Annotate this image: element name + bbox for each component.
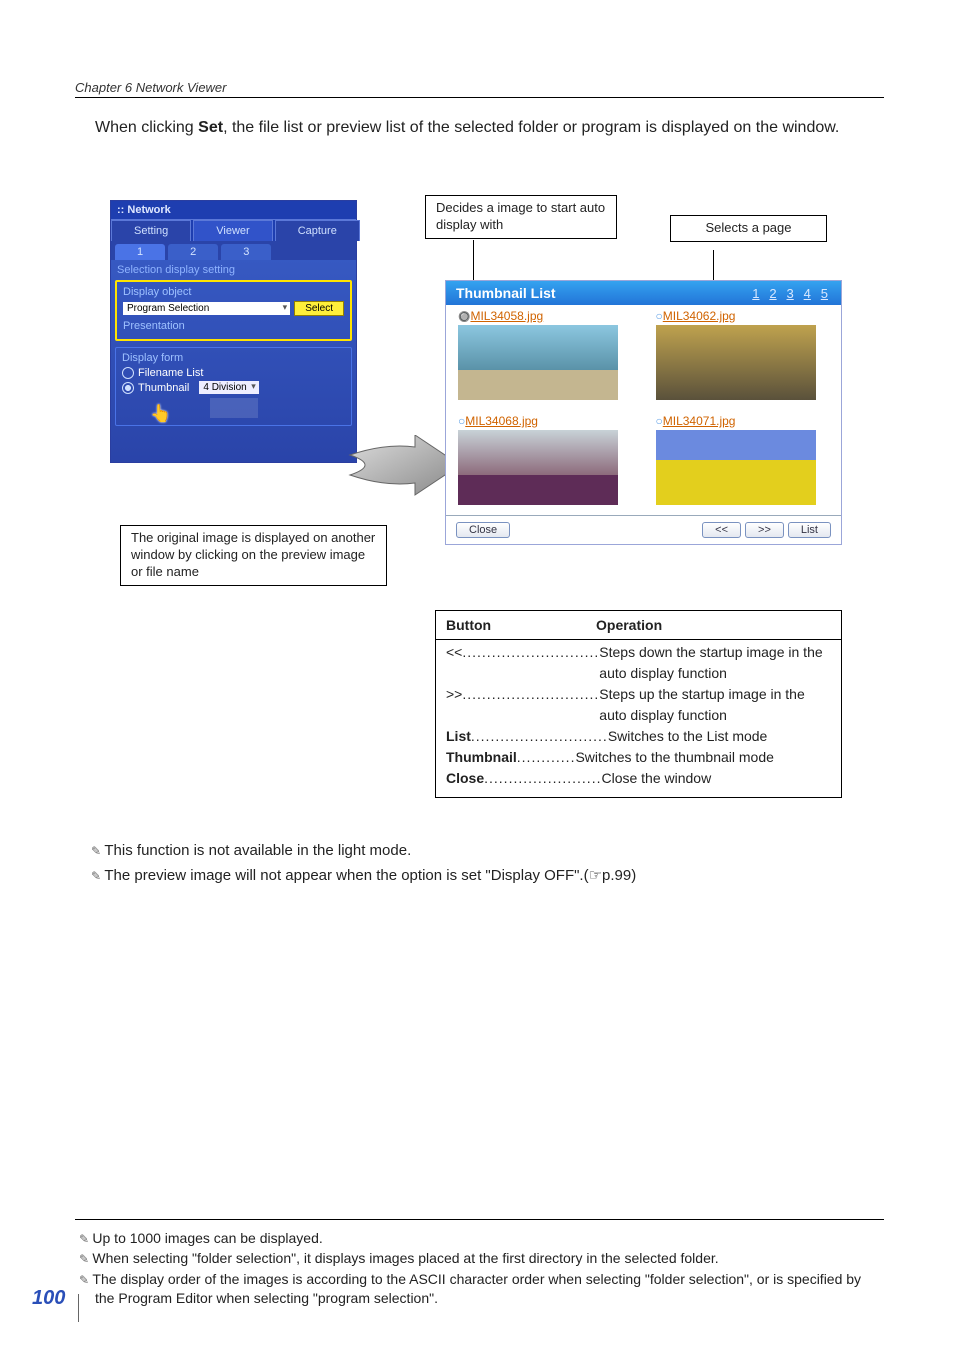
tab-viewer[interactable]: Viewer — [193, 220, 272, 241]
select-button[interactable]: Select — [294, 301, 344, 316]
thumb-image-4[interactable] — [656, 430, 816, 505]
notes: This function is not available in the li… — [75, 840, 884, 887]
division-dropdown[interactable]: 4 Division — [199, 381, 258, 394]
prev-button[interactable]: << — [702, 522, 741, 538]
op-body: <<............................Steps down… — [436, 640, 841, 797]
subtab-3[interactable]: 3 — [221, 244, 271, 260]
callout-select-page: Selects a page — [670, 215, 827, 242]
dots: ............................ — [471, 726, 608, 747]
display-form-box: Display form Filename List Thumbnail 4 D… — [115, 347, 352, 426]
display-object-box: Display object Program Selection Select … — [115, 280, 352, 341]
page-links: 1 2 3 4 5 — [749, 285, 831, 301]
presentation-label: Presentation — [123, 320, 344, 332]
filename-link-3[interactable]: MIL34068.jpg — [458, 414, 644, 428]
page-4[interactable]: 4 — [804, 286, 811, 301]
program-selection-dropdown[interactable]: Program Selection — [123, 302, 290, 315]
filename-link-1[interactable]: MIL34058.jpg — [458, 309, 644, 323]
footnote-3: The display order of the images is accor… — [95, 1270, 884, 1309]
display-form-label: Display form — [122, 352, 345, 364]
section-label: Selection display setting — [111, 260, 356, 280]
close-button[interactable]: Close — [456, 522, 510, 538]
footnote-2: When selecting "folder selection", it di… — [95, 1249, 884, 1269]
callout-original-image: The original image is displayed on anoth… — [120, 525, 387, 586]
op-desc-0: Steps down the startup image in the auto… — [599, 642, 831, 684]
tab-capture[interactable]: Capture — [275, 220, 360, 241]
op-key-0: << — [446, 642, 462, 684]
filename-link-4[interactable]: MIL34071.jpg — [656, 414, 842, 428]
page-1[interactable]: 1 — [752, 286, 759, 301]
display-object-label: Display object — [123, 286, 344, 298]
panel-title: :: Network — [111, 201, 356, 220]
thumb-cell-2: MIL34062.jpg — [644, 305, 842, 410]
op-head-operation: Operation — [586, 611, 841, 639]
intro-post: , the file list or preview list of the s… — [223, 119, 839, 136]
cursor-icon: 👆 — [150, 404, 171, 424]
leader-line-2 — [713, 250, 714, 284]
network-panel: :: Network Setting Viewer Capture 1 2 3 … — [110, 200, 357, 463]
next-button[interactable]: >> — [745, 522, 784, 538]
tab-setting[interactable]: Setting — [111, 220, 191, 241]
thumb-cell-4: MIL34071.jpg — [644, 410, 842, 515]
op-key-2: List — [446, 726, 471, 747]
filename-list-label: Filename List — [138, 367, 203, 379]
op-desc-4: Close the window — [601, 768, 831, 789]
callout-start-image: Decides a image to start auto display wi… — [425, 195, 617, 239]
page-number: 100 — [32, 1287, 65, 1310]
radio-filename-list[interactable]: Filename List — [122, 367, 345, 379]
thumb-cell-1: MIL34058.jpg — [446, 305, 644, 410]
op-desc-3: Switches to the thumbnail mode — [575, 747, 831, 768]
filename-link-2[interactable]: MIL34062.jpg — [656, 309, 842, 323]
page-3[interactable]: 3 — [787, 286, 794, 301]
intro-pre: When clicking — [95, 119, 198, 136]
op-desc-2: Switches to the List mode — [608, 726, 831, 747]
thumb-image-1[interactable] — [458, 325, 618, 400]
arrow-icon — [345, 435, 460, 505]
thumbnail-list-panel: Thumbnail List 1 2 3 4 5 MIL34058.jpg MI… — [445, 280, 842, 545]
op-key-3: Thumbnail — [446, 747, 517, 768]
thumb-image-3[interactable] — [458, 430, 618, 505]
thumb-image-2[interactable] — [656, 325, 816, 400]
dots: ........................ — [484, 768, 601, 789]
thumb-cell-3: MIL34068.jpg — [446, 410, 644, 515]
op-key-1: >> — [446, 684, 462, 726]
note-1: This function is not available in the li… — [85, 840, 884, 863]
dots: ............................ — [462, 684, 599, 726]
note-2: The preview image will not appear when t… — [85, 865, 884, 888]
op-head-button: Button — [436, 611, 586, 639]
leader-line-1 — [473, 240, 474, 284]
intro-text: When clicking Set, the file list or prev… — [75, 116, 884, 140]
set-button[interactable] — [210, 398, 258, 418]
subtab-1[interactable]: 1 — [115, 244, 165, 260]
list-button[interactable]: List — [788, 522, 831, 538]
dots: ............ — [517, 747, 576, 768]
dots: ............................ — [462, 642, 599, 684]
page-2[interactable]: 2 — [769, 286, 776, 301]
page-5[interactable]: 5 — [821, 286, 828, 301]
footnote-1: Up to 1000 images can be displayed. — [95, 1229, 884, 1249]
radio-dot-icon — [122, 382, 134, 394]
op-desc-1: Steps up the startup image in the auto d… — [599, 684, 831, 726]
op-key-4: Close — [446, 768, 484, 789]
thumbnail-label: Thumbnail — [138, 382, 189, 394]
thumbnail-list-title: Thumbnail List — [456, 285, 556, 301]
intro-bold: Set — [198, 119, 223, 136]
subtab-2[interactable]: 2 — [168, 244, 218, 260]
page-number-bar — [78, 1294, 79, 1322]
panel-title-text: Network — [127, 204, 170, 216]
footnotes: Up to 1000 images can be displayed. When… — [75, 1219, 884, 1310]
radio-thumbnail[interactable]: Thumbnail 4 Division — [122, 381, 345, 394]
operation-table: Button Operation <<.....................… — [435, 610, 842, 798]
radio-empty-icon — [122, 367, 134, 379]
chapter-header: Chapter 6 Network Viewer — [75, 80, 884, 98]
